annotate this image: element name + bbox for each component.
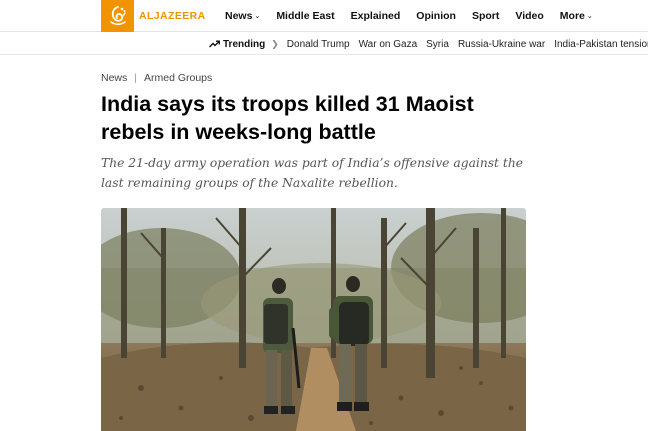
chevron-right-icon: ❯	[271, 38, 279, 49]
nav-item-label: More	[559, 10, 585, 22]
breadcrumb-divider: |	[134, 72, 137, 84]
main-nav: News ⌄ Middle East Explained Opinion Spo…	[225, 0, 593, 32]
breadcrumb: News | Armed Groups	[101, 72, 212, 84]
trending-text: Trending	[223, 38, 266, 50]
aljazeera-logo-icon	[101, 0, 134, 32]
nav-item-more[interactable]: More ⌄	[560, 10, 593, 22]
trending-link-syria[interactable]: Syria	[426, 39, 449, 50]
hero-image	[101, 208, 526, 431]
chevron-down-icon: ⌄	[254, 13, 261, 20]
nav-item-middle-east[interactable]: Middle East	[276, 10, 334, 22]
trending-label: Trending	[209, 39, 265, 50]
logo-wordmark: ALJAZEERA	[139, 10, 206, 22]
breadcrumb-armed-groups[interactable]: Armed Groups	[144, 72, 212, 84]
site-logo[interactable]: ALJAZEERA	[101, 0, 206, 32]
article-subheading: The 21-day army operation was part of In…	[101, 156, 524, 190]
trending-link-donald-trump[interactable]: Donald Trump	[287, 39, 350, 50]
trending-bar: Trending ❯ Donald Trump War on Gaza Syri…	[0, 33, 648, 55]
nav-item-news[interactable]: News ⌄	[225, 10, 260, 22]
nav-item-video[interactable]: Video	[515, 10, 543, 22]
nav-item-label: Sport	[471, 10, 500, 22]
nav-item-label: Opinion	[416, 10, 456, 22]
nav-item-explained[interactable]: Explained	[351, 10, 401, 22]
chevron-down-icon: ⌄	[586, 13, 593, 20]
article-headline: India says its troops killed 31 Maoist r…	[101, 92, 474, 144]
trending-link-war-on-gaza[interactable]: War on Gaza	[359, 39, 418, 50]
site-header: ALJAZEERA News ⌄ Middle East Explained O…	[0, 0, 648, 32]
nav-item-opinion[interactable]: Opinion	[416, 10, 456, 22]
trending-link-russia-ukraine-war[interactable]: Russia-Ukraine war	[458, 39, 545, 50]
nav-item-label: Explained	[350, 10, 401, 22]
nav-item-sport[interactable]: Sport	[472, 10, 499, 22]
trending-arrow-icon	[209, 40, 220, 48]
breadcrumb-news[interactable]: News	[101, 72, 127, 84]
nav-item-label: Middle East	[276, 10, 335, 22]
trending-link-india-pakistan-tensions[interactable]: India-Pakistan tensions	[554, 39, 648, 50]
nav-item-label: News	[225, 10, 253, 22]
nav-item-label: Video	[515, 10, 544, 22]
soldiers-forest-photo	[101, 208, 526, 431]
